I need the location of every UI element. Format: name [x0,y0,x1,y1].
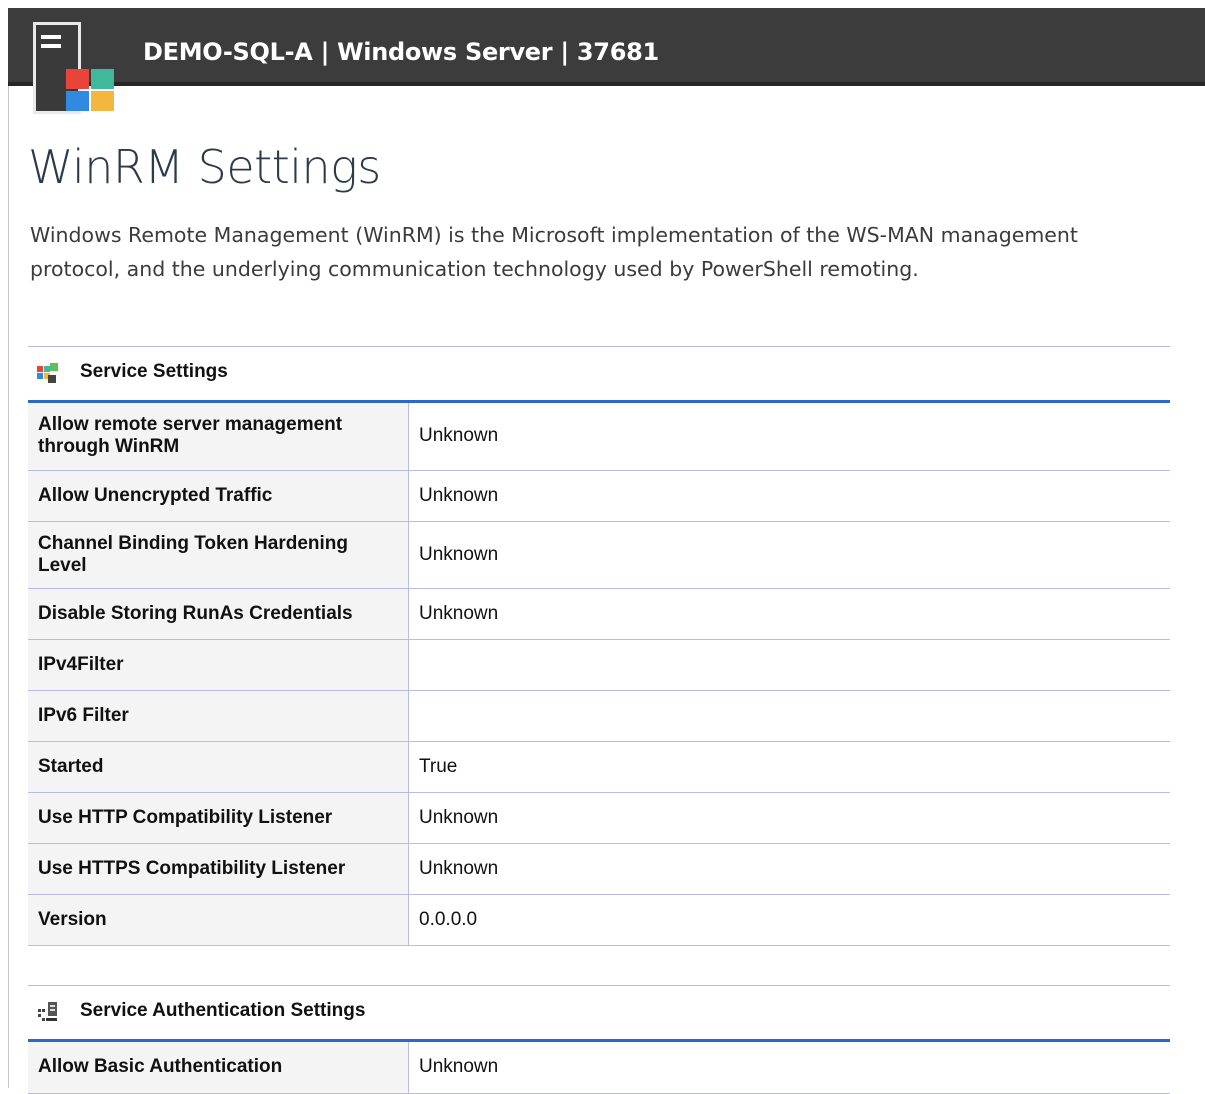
table-row: Disable Storing RunAs Credentials Unknow… [28,588,1170,640]
table-row: Allow Basic Authentication Unknown [28,1042,1170,1094]
page-description: Windows Remote Management (WinRM) is the… [30,223,1078,281]
section-title: Service Settings [80,361,228,382]
row-value: Unknown [408,588,1170,640]
row-label: Channel Binding Token Hardening Level [28,521,409,589]
server-windows-logo-icon [33,22,114,114]
row-value: True [408,741,1170,793]
row-value: Unknown [408,403,1170,471]
row-value [408,690,1170,742]
section-header-service-authentication-settings: Service Authentication Settings [28,985,1170,1037]
service-settings-table: Allow remote server management through W… [28,403,1170,946]
table-row: Allow remote server management through W… [28,403,1170,471]
table-row: Started True [28,741,1170,793]
table-row: IPv6 Filter [28,690,1170,742]
row-label: Use HTTP Compatibility Listener [28,792,409,844]
network-server-auth-icon [38,1002,57,1021]
row-value: Unknown [408,470,1170,522]
row-label: Version [28,894,409,946]
section-title: Service Authentication Settings [80,1000,366,1021]
row-value: Unknown [408,792,1170,844]
row-value: Unknown [408,1042,1170,1094]
table-row: IPv4Filter [28,639,1170,691]
section-header-service-settings: Service Settings [28,346,1170,398]
table-row: Channel Binding Token Hardening Level Un… [28,521,1170,589]
row-value: Unknown [408,843,1170,895]
table-row: Use HTTPS Compatibility Listener Unknown [28,843,1170,895]
row-value: 0.0.0.0 [408,894,1170,946]
row-label: Allow Unencrypted Traffic [28,470,409,522]
service-authentication-table: Allow Basic Authentication Unknown [28,1042,1170,1094]
content-left-border [8,86,9,1088]
row-value [408,639,1170,691]
app-header: DEMO-SQL-A | Windows Server | 37681 [8,8,1205,86]
row-value: Unknown [408,521,1170,589]
row-label: Disable Storing RunAs Credentials [28,588,409,640]
windows-server-settings-icon [37,363,58,383]
row-label: Use HTTPS Compatibility Listener [28,843,409,895]
row-label: IPv4Filter [28,639,409,691]
table-row: Use HTTP Compatibility Listener Unknown [28,792,1170,844]
row-label: IPv6 Filter [28,690,409,742]
table-row: Allow Unencrypted Traffic Unknown [28,470,1170,522]
row-label: Started [28,741,409,793]
header-title: DEMO-SQL-A | Windows Server | 37681 [143,38,659,66]
table-row: Version 0.0.0.0 [28,894,1170,946]
page-title: WinRM Settings [28,140,381,194]
row-label: Allow Basic Authentication [28,1042,409,1094]
row-label: Allow remote server management through W… [28,403,409,471]
